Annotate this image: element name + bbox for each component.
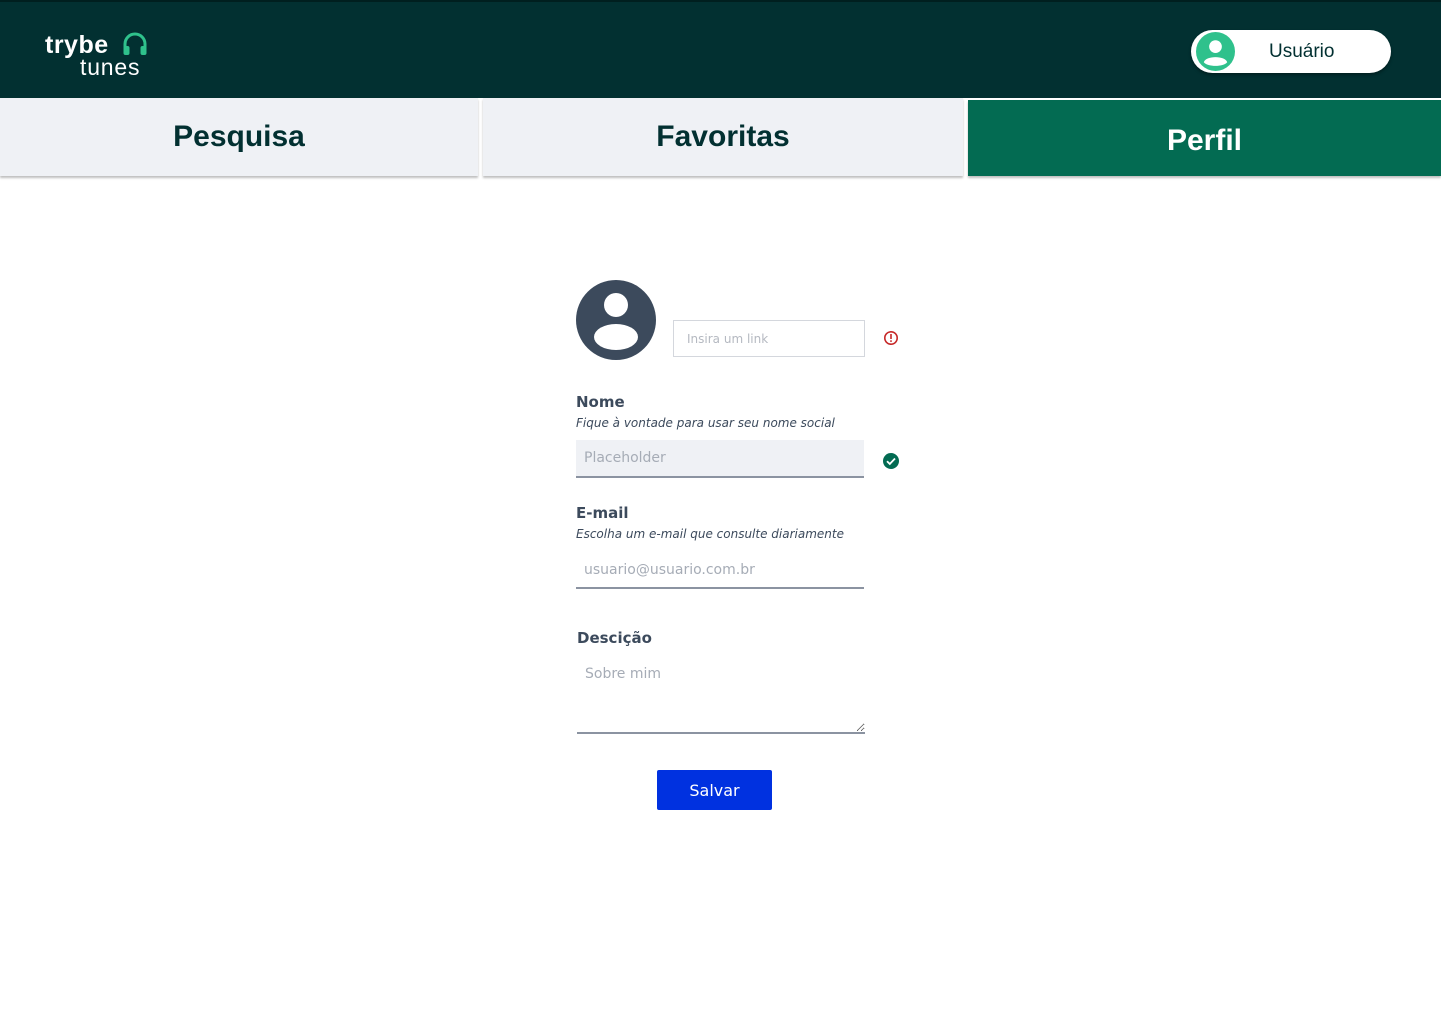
name-hint: Fique à vontade para usar seu nome socia… (576, 416, 835, 430)
error-icon (884, 331, 898, 345)
email-hint: Escolha um e-mail que consulte diariamen… (576, 527, 844, 541)
headphones-icon (123, 32, 147, 55)
description-label: Descição (577, 629, 652, 647)
user-profile-badge[interactable]: Usuário (1191, 30, 1391, 73)
user-avatar-icon (1196, 32, 1235, 71)
user-circle-icon (576, 280, 656, 360)
top-header: trybe tunes Usuário (0, 0, 1441, 98)
main-tabs: Pesquisa Favoritas Perfil (0, 98, 1441, 178)
description-textarea[interactable] (577, 660, 865, 734)
tab-favoritas[interactable]: Favoritas (483, 98, 963, 176)
check-icon (883, 453, 899, 469)
trybe-tunes-logo[interactable]: trybe tunes (45, 30, 165, 80)
tab-pesquisa[interactable]: Pesquisa (0, 98, 478, 176)
email-label: E-mail (576, 504, 629, 522)
save-button[interactable]: Salvar (657, 770, 772, 810)
logo-word-tunes: tunes (80, 54, 141, 80)
name-label: Nome (576, 393, 625, 411)
tab-perfil[interactable]: Perfil (968, 100, 1441, 176)
email-input[interactable] (576, 552, 864, 589)
name-input[interactable] (576, 440, 864, 478)
image-link-input[interactable] (673, 320, 865, 357)
user-name: Usuário (1269, 41, 1335, 62)
